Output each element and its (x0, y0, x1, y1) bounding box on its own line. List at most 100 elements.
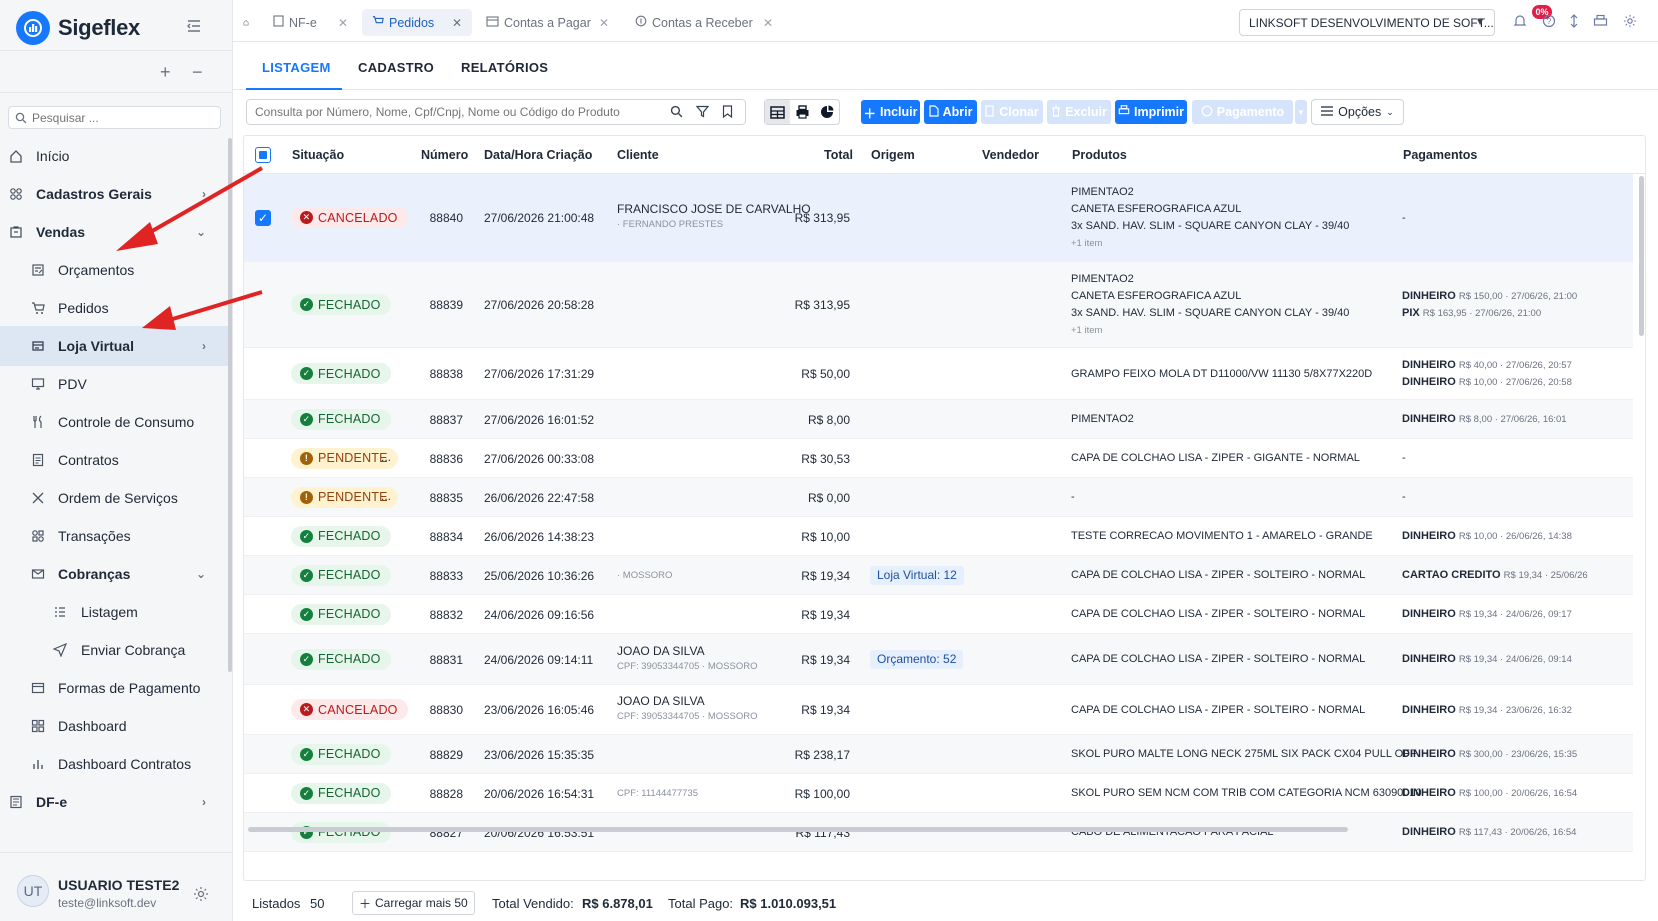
expand-all-icon[interactable]: + (160, 62, 171, 83)
column-header-total[interactable]: Total (824, 148, 853, 162)
sidebar-item-cadastros-gerais[interactable]: Cadastros Gerais › (0, 174, 228, 214)
help-icon[interactable]: ? (1541, 13, 1557, 29)
imprimir-button[interactable]: Imprimir (1115, 100, 1187, 124)
sidebar-search-input[interactable] (32, 110, 212, 125)
search-icon[interactable] (670, 105, 683, 121)
table-row[interactable]: ✓ FECHADO 88837 27/06/2026 16:01:52 R$ 8,00 P… (244, 400, 1633, 439)
table-row[interactable]: ✓FECHADO8882720/06/2026 16:53:51R$ 117,4… (244, 813, 1633, 852)
clonar-button[interactable]: Clonar (981, 100, 1043, 124)
sidebar-item-label: PDV (58, 376, 87, 392)
row-checkbox[interactable]: ✓ (255, 210, 271, 226)
tab-listagem[interactable]: LISTAGEM (262, 60, 331, 75)
sidebar-item-listagem[interactable]: Listagem (0, 592, 228, 632)
pie-chart-view-icon[interactable] (814, 100, 839, 124)
product-item: CAPA DE COLCHAO LISA - ZIPER - SOLTEIRO … (1071, 608, 1366, 620)
incluir-button[interactable]: ＋ Incluir (861, 100, 920, 124)
printer-icon[interactable] (1592, 13, 1608, 29)
column-header-pagamentos[interactable]: Pagamentos (1403, 148, 1477, 162)
sidebar-item-enviar-cobranca[interactable]: Enviar Cobrança (0, 630, 228, 670)
column-header-numero[interactable]: Número (421, 148, 468, 162)
table-row[interactable]: ! PENDENTE... 88835 26/06/2026 22:47:58 R$ 0… (244, 478, 1633, 517)
table-row[interactable]: ✓ FECHADO 88828 20/06/2026 16:54:31 CPF: 111… (244, 774, 1633, 813)
products-more[interactable]: +1 item (1071, 235, 1349, 252)
table-row[interactable]: ✓ FECHADO 88839 27/06/2026 20:58:28 R$ 313,9… (244, 262, 1633, 348)
brand[interactable]: Sigeflex (16, 10, 140, 46)
sidebar-item-orcamentos[interactable]: Orçamentos (0, 250, 228, 290)
sidebar-item-dfe[interactable]: DF-e › (0, 782, 228, 822)
table-row[interactable]: ✓ FECHADO 88834 26/06/2026 14:38:23 R$ 10,00… (244, 517, 1633, 556)
home-tab-icon[interactable] (233, 9, 259, 36)
close-tab-icon[interactable]: ✕ (763, 16, 773, 30)
select-all-checkbox[interactable] (255, 147, 271, 163)
table-row[interactable]: ✓ FECHADO 88838 27/06/2026 17:31:29 R$ 50,00… (244, 348, 1633, 400)
bookmark-icon[interactable] (722, 105, 733, 121)
payment-type: PIX (1402, 307, 1420, 319)
user-profile[interactable]: UT USUARIO TESTE2 teste@linksoft.dev (0, 852, 233, 921)
table-row[interactable]: ✓ FECHADO 88832 24/06/2026 09:16:56 R$ 19,34… (244, 595, 1633, 634)
notifications-icon[interactable] (1512, 13, 1528, 29)
sidebar-item-loja-virtual[interactable]: Loja Virtual › (0, 326, 228, 366)
origin-tag[interactable]: Orçamento: 52 (870, 649, 964, 669)
sidebar-item-dashboard[interactable]: Dashboard (0, 706, 228, 746)
collapse-all-icon[interactable]: − (192, 62, 203, 83)
pagamento-button[interactable]: Pagamento (1192, 100, 1293, 124)
pagamento-dropdown-button[interactable]: ▼ (1295, 100, 1307, 124)
column-header-cliente[interactable]: Cliente (617, 148, 659, 162)
sidebar-item-dashboard-contratos[interactable]: Dashboard Contratos (0, 744, 228, 784)
table-row[interactable]: ✓ FECHADO 88833 25/06/2026 10:36:26 · MOSSOR… (244, 556, 1633, 595)
tab-pedidos[interactable]: Pedidos ✕ (362, 9, 472, 36)
close-tab-icon[interactable]: ✕ (599, 16, 609, 30)
sidebar-item-transacoes[interactable]: Transações (0, 516, 228, 556)
status-overflow-icon[interactable]: ... (381, 489, 391, 503)
orders-search[interactable] (246, 99, 746, 125)
sort-icon[interactable] (1566, 13, 1582, 29)
sidebar-item-pdv[interactable]: PDV (0, 364, 228, 404)
table-row[interactable]: ✕ CANCELADO 88830 23/06/2026 16:05:46 JOAO D… (244, 685, 1633, 735)
table-view-icon[interactable] (765, 100, 790, 124)
origin-tag[interactable]: Loja Virtual: 12 (870, 565, 964, 585)
sidebar-item-formas-de-pagamento[interactable]: Formas de Pagamento (0, 668, 228, 708)
sidebar-item-ordem-de-servicos[interactable]: Ordem de Serviços (0, 478, 228, 518)
table-vertical-scrollbar[interactable] (1639, 176, 1644, 336)
sidebar-item-pedidos[interactable]: Pedidos (0, 288, 228, 328)
sidebar-search[interactable] (8, 106, 221, 129)
tab-cadastro[interactable]: CADASTRO (358, 60, 434, 75)
sidebar-scrollbar[interactable] (228, 138, 232, 672)
company-select[interactable]: LINKSOFT DESENVOLVIMENTO DE SOFT... ▼ (1239, 9, 1495, 36)
excluir-button[interactable]: Excluir (1047, 100, 1111, 124)
tab-nfe[interactable]: NF-e ✕ (263, 9, 353, 36)
table-row[interactable]: ! PENDENTE... 88836 27/06/2026 00:33:08 R$ 3… (244, 439, 1633, 478)
table-row[interactable]: ✓ ✕ CANCELADO 88840 27/06/2026 21:00:48 FRANC… (244, 174, 1633, 262)
opcoes-button[interactable]: Opções ⌄ (1311, 99, 1404, 125)
abrir-button[interactable]: Abrir (924, 100, 977, 124)
total-pago-label: Total Pago: (668, 896, 734, 911)
table-row[interactable]: ✓ FECHADO 88829 23/06/2026 15:35:35 R$ 238,1… (244, 735, 1633, 774)
sidebar-item-cobrancas[interactable]: Cobranças ⌄ (0, 554, 228, 594)
close-tab-icon[interactable]: ✕ (452, 16, 462, 30)
table-row[interactable]: ✓ FECHADO 88831 24/06/2026 09:14:11 JOAO DA … (244, 634, 1633, 685)
tab-contas-a-pagar[interactable]: Contas a Pagar ✕ (476, 9, 616, 36)
products-more[interactable]: +1 item (1071, 322, 1349, 339)
collapse-sidebar-icon[interactable] (186, 18, 204, 36)
order-number: 88839 (429, 298, 463, 312)
column-header-vendedor[interactable]: Vendedor (982, 148, 1039, 162)
sidebar-item-controle-de-consumo[interactable]: Controle de Consumo (0, 402, 228, 442)
close-tab-icon[interactable]: ✕ (338, 16, 348, 30)
filter-icon[interactable] (695, 105, 710, 121)
sidebar-item-contratos[interactable]: Contratos (0, 440, 228, 480)
load-more-button[interactable]: ＋ Carregar mais 50 (352, 891, 475, 915)
gear-icon[interactable] (1622, 13, 1638, 29)
table-horizontal-scrollbar[interactable] (248, 827, 1348, 832)
column-header-situacao[interactable]: Situação (292, 148, 344, 162)
user-settings-icon[interactable] (193, 886, 209, 905)
status-overflow-icon[interactable]: ... (381, 450, 391, 464)
column-header-origem[interactable]: Origem (871, 148, 915, 162)
tab-contas-a-receber[interactable]: Contas a Receber ✕ (625, 9, 780, 36)
column-header-produtos[interactable]: Produtos (1072, 148, 1127, 162)
sidebar-item-inicio[interactable]: Início (0, 136, 228, 176)
column-header-data[interactable]: Data/Hora Criação (484, 148, 592, 162)
orders-search-input[interactable] (255, 105, 655, 119)
sidebar-item-vendas[interactable]: Vendas ⌄ (0, 212, 228, 252)
print-view-icon[interactable] (790, 100, 815, 124)
tab-relatorios[interactable]: RELATÓRIOS (461, 60, 548, 75)
